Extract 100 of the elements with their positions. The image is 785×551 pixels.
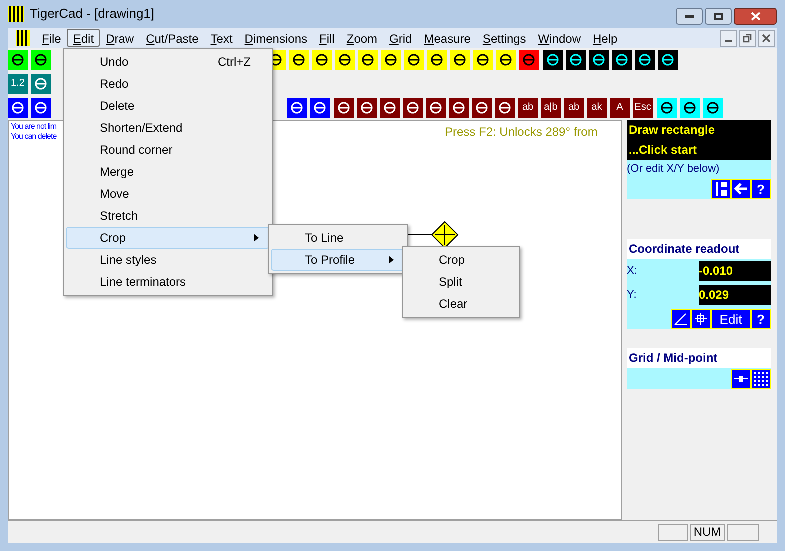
menu-item[interactable]: Redo	[66, 73, 270, 95]
tool-button[interactable]	[495, 98, 515, 118]
menu-bar-item[interactable]: Settings	[476, 29, 532, 47]
tool-button[interactable]	[381, 50, 401, 70]
tool-button[interactable]	[310, 98, 330, 118]
tool-button[interactable]	[8, 98, 28, 118]
tool-button[interactable]	[543, 50, 563, 70]
tool-button[interactable]	[403, 98, 423, 118]
tool-button[interactable]	[312, 50, 332, 70]
snap-button[interactable]	[691, 309, 711, 329]
tool-button[interactable]	[289, 50, 309, 70]
document-close-button[interactable]	[758, 30, 775, 46]
tool-button[interactable]	[496, 50, 516, 70]
menu-item[interactable]: Move	[66, 183, 270, 205]
menu-bar-item[interactable]: Cut/Paste	[140, 29, 205, 47]
midpoint-icon	[734, 375, 748, 383]
tool-button[interactable]	[450, 50, 470, 70]
close-button[interactable]	[734, 8, 777, 25]
tool-button[interactable]	[589, 50, 609, 70]
measure-button[interactable]	[671, 309, 691, 329]
tool-button[interactable]: ak	[587, 98, 607, 118]
menu-item[interactable]: Line styles	[66, 249, 270, 271]
tool-button[interactable]	[380, 98, 400, 118]
menu-bar-item[interactable]: Dimensions	[238, 29, 314, 47]
tool-button[interactable]	[658, 50, 678, 70]
menu-bar-item[interactable]: Grid	[384, 29, 418, 47]
menu-item[interactable]: Delete	[66, 95, 270, 117]
submenu-arrow-icon	[254, 234, 259, 242]
status-pane	[658, 524, 688, 540]
menu-item[interactable]: Round corner	[66, 139, 270, 161]
menu-bar-item[interactable]: File	[36, 29, 68, 47]
tool-button[interactable]	[680, 98, 700, 118]
menu-bar-item[interactable]: Text	[204, 29, 239, 47]
menu-item[interactable]: Stretch	[66, 205, 270, 227]
tool-button[interactable]: a|b	[541, 98, 561, 118]
tool-button[interactable]	[635, 50, 655, 70]
menu-bar-item[interactable]: Measure	[418, 29, 477, 47]
prompt-subtitle: ...Click start	[629, 142, 698, 159]
tool-button[interactable]	[472, 98, 492, 118]
menu-item[interactable]: Crop	[405, 249, 517, 271]
tool-button[interactable]: Esc	[633, 98, 653, 118]
menu-item[interactable]: Split	[405, 271, 517, 293]
menu-item[interactable]: Merge	[66, 161, 270, 183]
tool-button[interactable]	[31, 50, 51, 70]
menu-item[interactable]: Crop	[66, 227, 270, 249]
menu-bar-item[interactable]: Fill	[314, 29, 341, 47]
tool-button[interactable]	[703, 98, 723, 118]
columns-icon	[714, 182, 728, 196]
shape-icon	[292, 53, 306, 67]
tool-button[interactable]: ab	[564, 98, 584, 118]
menu-item[interactable]: To Line	[271, 227, 405, 249]
maximize-button[interactable]	[705, 8, 732, 25]
menu-bar-item[interactable]: Draw	[100, 29, 140, 47]
menu-item[interactable]: To Profile	[271, 249, 405, 271]
tool-button[interactable]	[449, 98, 469, 118]
tool-button[interactable]	[404, 50, 424, 70]
tool-button[interactable]	[473, 50, 493, 70]
tool-button[interactable]	[335, 50, 355, 70]
tool-button[interactable]	[31, 98, 51, 118]
shape-icon	[453, 53, 467, 67]
tool-button[interactable]	[358, 50, 378, 70]
menu-item[interactable]: Shorten/Extend	[66, 117, 270, 139]
angle-icon	[674, 312, 688, 326]
shape-icon	[546, 53, 560, 67]
tool-button[interactable]	[566, 50, 586, 70]
document-minimize-button[interactable]	[720, 30, 737, 46]
tool-button[interactable]	[334, 98, 354, 118]
shape-icon	[430, 53, 444, 67]
tool-button[interactable]	[8, 50, 28, 70]
tool-button[interactable]	[426, 98, 446, 118]
tool-button[interactable]	[427, 50, 447, 70]
tool-button[interactable]: 1.2	[8, 74, 28, 94]
document-restore-button[interactable]	[739, 30, 756, 46]
tool-button[interactable]: ab	[518, 98, 538, 118]
menu-bar-item[interactable]: Zoom	[340, 29, 384, 47]
back-button[interactable]	[731, 179, 751, 199]
stripes-logo-icon	[8, 6, 24, 22]
edit-button[interactable]: Edit	[711, 309, 751, 329]
tool-button[interactable]	[657, 98, 677, 118]
help-button[interactable]: ?	[751, 179, 771, 199]
tool-button[interactable]: A	[610, 98, 630, 118]
shape-icon	[34, 53, 48, 67]
menu-bar-item[interactable]: Window	[532, 29, 587, 47]
help-button[interactable]: ?	[751, 309, 771, 329]
canvas-hint: You are not lim	[11, 122, 57, 132]
tool-button[interactable]	[287, 98, 307, 118]
menu-item[interactable]: Clear	[405, 293, 517, 315]
minimize-button[interactable]	[676, 8, 703, 25]
menu-bar-item[interactable]: Edit	[67, 29, 100, 47]
menu-item[interactable]: Undo Ctrl+Z	[66, 51, 270, 73]
close-icon	[762, 34, 771, 42]
shape-icon	[313, 101, 327, 115]
columns-button[interactable]	[711, 179, 731, 199]
shape-icon	[661, 53, 675, 67]
tool-button[interactable]	[357, 98, 377, 118]
menu-item[interactable]: Line terminators	[66, 271, 270, 293]
menu-bar-item[interactable]: Help	[586, 29, 624, 47]
tool-button[interactable]	[612, 50, 632, 70]
midpoint-button[interactable]	[731, 369, 751, 389]
grid-button[interactable]	[751, 369, 771, 389]
